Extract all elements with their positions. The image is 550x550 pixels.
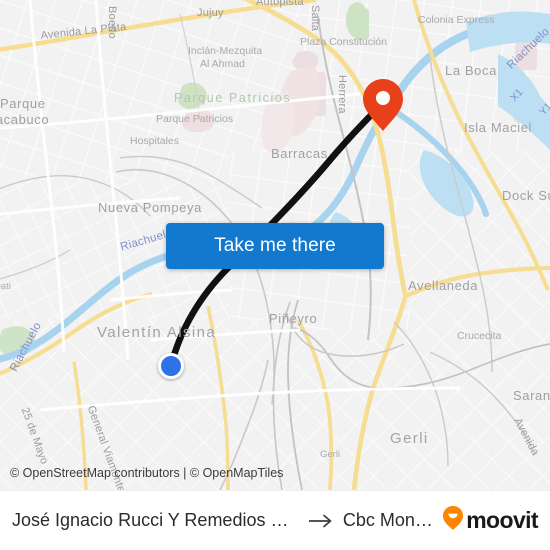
- map-pin-icon: [363, 79, 403, 131]
- moovit-pin-icon: [442, 505, 464, 536]
- moovit-logo[interactable]: moovit: [442, 505, 539, 536]
- map-attribution[interactable]: © OpenStreetMap contributors | © OpenMap…: [10, 466, 283, 480]
- moovit-trip-map-screen: Avenida La Plata Boedo Jujuy Autopista Salta…: [0, 0, 550, 550]
- moovit-wordmark: moovit: [466, 507, 538, 533]
- origin-location-dot[interactable]: [158, 353, 184, 379]
- map-viewport[interactable]: Avenida La Plata Boedo Jujuy Autopista Salta…: [0, 0, 550, 490]
- take-me-there-button[interactable]: Take me there: [166, 223, 384, 269]
- trip-summary-bar: José Ignacio Rucci Y Remedios De E... Cb…: [0, 490, 550, 550]
- trip-endpoints[interactable]: José Ignacio Rucci Y Remedios De E... Cb…: [12, 510, 436, 531]
- arrow-right-icon: [308, 514, 334, 528]
- trip-origin-label: José Ignacio Rucci Y Remedios De E...: [12, 510, 299, 530]
- trip-destination-label: Cbc Monte...: [342, 510, 437, 530]
- destination-map-pin[interactable]: [362, 78, 404, 132]
- take-me-there-label: Take me there: [214, 235, 336, 256]
